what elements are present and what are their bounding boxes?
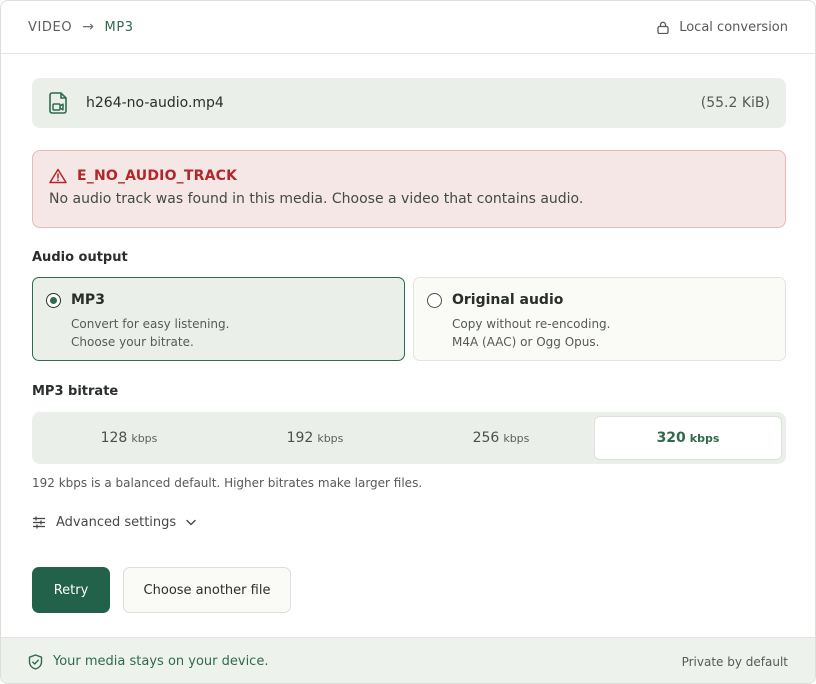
option-original-audio[interactable]: Original audio Copy without re-encoding.… [413, 277, 786, 361]
bitrate-option-256[interactable]: 256 kbps [408, 416, 594, 460]
file-size: (55.2 KiB) [700, 95, 770, 111]
privacy-note: Your media stays on your device. [28, 653, 269, 670]
sliders-icon [33, 516, 45, 529]
error-code: E_NO_AUDIO_TRACK [77, 168, 238, 184]
lock-icon [657, 21, 669, 34]
bitrate-unit: kbps [131, 431, 158, 445]
audio-output-label: Audio output [32, 250, 128, 265]
bitrate-label: MP3 bitrate [32, 384, 119, 399]
local-conversion-label: Local conversion [679, 19, 788, 35]
breadcrumb-target: MP3 [104, 19, 134, 35]
bitrate-value: 256 [472, 430, 500, 446]
warning-icon [49, 168, 67, 184]
bitrate-option-128[interactable]: 128 kbps [36, 416, 222, 460]
arrow-right-icon: → [82, 19, 95, 35]
footer: Your media stays on your device. Private… [1, 637, 815, 683]
breadcrumb-source: VIDEO [28, 19, 73, 35]
bitrate-unit: kbps [503, 431, 530, 445]
bitrate-unit: kbps [689, 431, 720, 445]
option-mp3[interactable]: MP3 Convert for easy listening. Choose y… [32, 277, 405, 361]
privacy-note-text: Your media stays on your device. [53, 654, 269, 669]
breadcrumb: VIDEO → MP3 [28, 19, 134, 35]
converter-card: VIDEO → MP3 Local conversion h264-no-aud… [0, 0, 816, 684]
bitrate-option-320[interactable]: 320 kbps [594, 416, 782, 460]
error-message: No audio track was found in this media. … [49, 191, 584, 207]
video-file-icon [49, 92, 67, 114]
advanced-settings-toggle[interactable]: Advanced settings [32, 515, 196, 530]
option-original-title: Original audio [452, 292, 564, 308]
error-alert: E_NO_AUDIO_TRACK No audio track was foun… [32, 150, 786, 228]
local-conversion-badge: Local conversion [657, 20, 788, 35]
option-mp3-desc-line2: Choose your bitrate. [71, 335, 194, 349]
mp3-radio[interactable] [46, 293, 61, 308]
private-by-default-label: Private by default [681, 654, 788, 669]
advanced-settings-label: Advanced settings [56, 515, 177, 530]
bitrate-unit: kbps [317, 431, 344, 445]
file-info: h264-no-audio.mp4 (55.2 KiB) [32, 78, 786, 128]
bitrate-value: 192 [286, 430, 314, 446]
shield-check-icon [28, 653, 43, 670]
file-name: h264-no-audio.mp4 [86, 95, 224, 111]
bitrate-value: 320 [656, 430, 686, 446]
option-mp3-title: MP3 [71, 292, 105, 308]
option-original-desc-line1: Copy without re-encoding. [452, 317, 611, 331]
original-audio-radio[interactable] [427, 293, 442, 308]
chevron-down-icon [186, 519, 196, 526]
option-original-description: Copy without re-encoding. M4A (AAC) or O… [452, 315, 610, 351]
header: VIDEO → MP3 Local conversion [1, 1, 815, 54]
bitrate-option-192[interactable]: 192 kbps [222, 416, 408, 460]
option-mp3-desc-line1: Convert for easy listening. [71, 317, 230, 331]
error-title-row: E_NO_AUDIO_TRACK [49, 168, 769, 184]
choose-another-file-button[interactable]: Choose another file [123, 567, 291, 613]
retry-button[interactable]: Retry [32, 567, 110, 613]
bitrate-hint: 192 kbps is a balanced default. Higher b… [32, 476, 423, 490]
bitrate-segmented-control: 128 kbps 192 kbps 256 kbps 320 kbps [32, 412, 786, 464]
bitrate-value: 128 [100, 430, 128, 446]
option-original-desc-line2: M4A (AAC) or Ogg Opus. [452, 335, 600, 349]
option-mp3-description: Convert for easy listening. Choose your … [71, 315, 229, 351]
